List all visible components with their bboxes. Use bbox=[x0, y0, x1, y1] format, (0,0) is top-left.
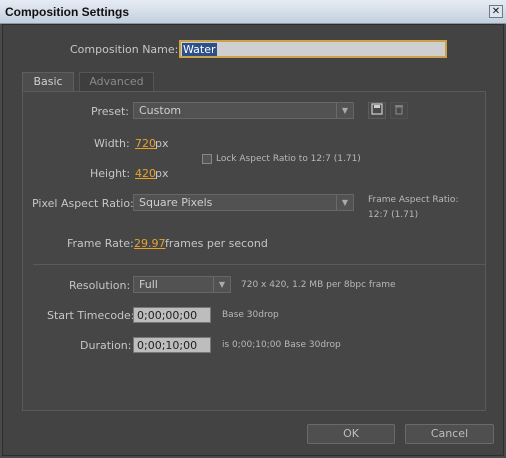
preset-label: Preset: bbox=[91, 105, 130, 118]
pixel-aspect-label: Pixel Aspect Ratio: bbox=[32, 197, 134, 210]
resolution-info: 720 x 420, 1.2 MB per 8bpc frame bbox=[241, 280, 396, 290]
frame-rate-label: Frame Rate: bbox=[67, 237, 134, 250]
dialog-body: Composition Name: Water Basic Advanced P… bbox=[2, 24, 504, 456]
resolution-value: Full bbox=[139, 278, 158, 291]
duration-input[interactable]: 0;00;10;00 bbox=[133, 337, 211, 353]
resolution-label: Resolution: bbox=[69, 279, 131, 292]
pixel-aspect-dropdown[interactable]: Square Pixels ▼ bbox=[133, 194, 354, 211]
duration-info: is 0;00;10;00 Base 30drop bbox=[222, 340, 341, 350]
height-unit: px bbox=[155, 167, 169, 180]
height-label: Height: bbox=[90, 167, 131, 180]
frame-aspect-value: 12:7 (1.71) bbox=[368, 210, 419, 220]
cancel-button[interactable]: Cancel bbox=[405, 424, 494, 444]
start-timecode-input[interactable]: 0;00;00;00 bbox=[133, 307, 211, 323]
lock-aspect-checkbox[interactable] bbox=[202, 154, 212, 164]
frame-aspect-label: Frame Aspect Ratio: bbox=[368, 195, 459, 205]
composition-name-value: Water bbox=[182, 43, 217, 56]
start-timecode-value: 0;00;00;00 bbox=[137, 309, 198, 322]
height-value[interactable]: 420 bbox=[135, 167, 156, 180]
resolution-dropdown[interactable]: Full ▼ bbox=[133, 276, 231, 293]
basic-settings-panel bbox=[22, 91, 486, 411]
composition-name-label: Composition Name: bbox=[70, 43, 179, 56]
preset-dropdown[interactable]: Custom ▼ bbox=[133, 102, 354, 119]
delete-preset-icon[interactable] bbox=[390, 102, 408, 119]
tab-basic[interactable]: Basic bbox=[22, 72, 74, 92]
ok-button[interactable]: OK bbox=[307, 424, 395, 444]
tab-advanced[interactable]: Advanced bbox=[79, 72, 154, 92]
composition-name-input[interactable]: Water bbox=[179, 40, 447, 58]
frame-rate-value[interactable]: 29.97 bbox=[134, 237, 166, 250]
chevron-down-icon: ▼ bbox=[336, 195, 353, 210]
preset-value: Custom bbox=[139, 104, 182, 117]
duration-value: 0;00;10;00 bbox=[137, 339, 198, 352]
close-icon[interactable]: ✕ bbox=[489, 5, 503, 18]
trash-glyph bbox=[395, 105, 403, 115]
chevron-down-icon: ▼ bbox=[336, 103, 353, 118]
duration-label: Duration: bbox=[80, 339, 132, 352]
title-bar: Composition Settings ✕ bbox=[0, 0, 506, 24]
width-unit: px bbox=[155, 137, 169, 150]
lock-aspect-label: Lock Aspect Ratio to 12:7 (1.71) bbox=[216, 154, 361, 164]
window-title: Composition Settings bbox=[5, 5, 129, 19]
frame-rate-unit: frames per second bbox=[165, 237, 268, 250]
chevron-down-icon: ▼ bbox=[213, 277, 230, 292]
save-preset-icon[interactable] bbox=[368, 102, 386, 119]
start-timecode-info: Base 30drop bbox=[222, 310, 279, 320]
width-value[interactable]: 720 bbox=[135, 137, 156, 150]
save-preset-glyph bbox=[371, 103, 383, 115]
start-timecode-label: Start Timecode: bbox=[47, 309, 135, 322]
section-divider bbox=[33, 264, 485, 265]
pixel-aspect-value: Square Pixels bbox=[139, 196, 213, 209]
width-label: Width: bbox=[94, 137, 130, 150]
